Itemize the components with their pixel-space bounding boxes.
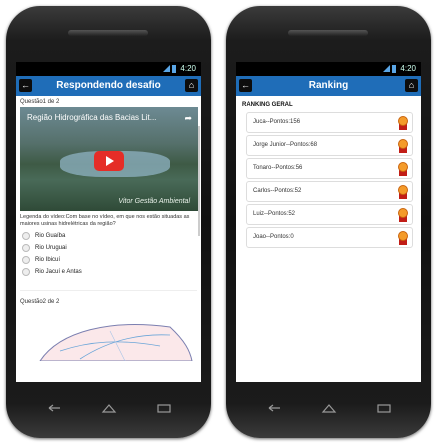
app-bar: ← Ranking ⌂ (236, 76, 421, 96)
radio-icon[interactable] (22, 256, 30, 264)
nav-recents-icon[interactable] (155, 403, 173, 413)
ranking-section-title: RANKING GERAL (242, 102, 293, 108)
ranking-item[interactable]: Carlos--Pontos:52 (246, 181, 413, 202)
status-bar: 4:20 (16, 62, 201, 76)
nav-home-icon[interactable] (100, 403, 118, 413)
nav-back-icon[interactable] (265, 403, 283, 413)
divider (20, 290, 197, 291)
speaker-grille (288, 30, 368, 36)
option-radio[interactable]: Rio Guaíba (22, 232, 197, 240)
android-nav-bar (26, 398, 191, 418)
nav-home-icon[interactable] (320, 403, 338, 413)
radio-icon[interactable] (22, 232, 30, 240)
ranking-item[interactable]: Luiz--Pontos:52 (246, 204, 413, 225)
medal-icon (398, 162, 408, 176)
status-time: 4:20 (400, 64, 416, 73)
nav-recents-icon[interactable] (375, 403, 393, 413)
ranking-item[interactable]: Joao--Pontos:0 (246, 227, 413, 248)
right-screen: 4:20 ← Ranking ⌂ RANKING GERAL Juca--Pon… (236, 62, 421, 382)
status-bar: 4:20 (236, 62, 421, 76)
question1-label: Questão1 de 2 (20, 99, 60, 105)
back-arrow-icon[interactable]: ← (19, 79, 32, 92)
option-label: Rio Ibicuí (35, 257, 61, 263)
speaker-grille (68, 30, 148, 36)
back-arrow-icon[interactable]: ← (239, 79, 252, 92)
challenge-content: Questão1 de 2 Região Hidrográfica das Ba… (16, 96, 201, 382)
ranking-item[interactable]: Jorge Junior--Pontos:68 (246, 135, 413, 156)
question2-label: Questão2 de 2 (20, 299, 60, 305)
ranking-item-label: Juca--Pontos:156 (253, 119, 301, 125)
ranking-item-label: Luiz--Pontos:52 (253, 211, 296, 217)
ranking-item-label: Tonaro--Pontos:56 (253, 165, 303, 171)
left-phone: 4:20 ← Respondendo desafio ⌂ Questão1 de… (6, 6, 211, 438)
nav-back-icon[interactable] (45, 403, 63, 413)
ranking-item-label: Jorge Junior--Pontos:68 (253, 142, 318, 148)
ranking-item-label: Joao--Pontos:0 (253, 234, 294, 240)
signal-icon (163, 65, 171, 73)
home-icon[interactable]: ⌂ (185, 79, 198, 92)
option-radio[interactable]: Rio Uruguai (22, 244, 197, 252)
battery-icon (172, 64, 177, 73)
medal-icon (398, 185, 408, 199)
video-credit: Vitor Gestão Ambiental (118, 198, 190, 205)
android-nav-bar (246, 398, 411, 418)
radio-icon[interactable] (22, 244, 30, 252)
option-radio[interactable]: Rio Ibicuí (22, 256, 197, 264)
medal-icon (398, 208, 408, 222)
share-icon[interactable]: ➦ (184, 113, 192, 124)
ranking-item[interactable]: Juca--Pontos:156 (246, 112, 413, 133)
scrollbar[interactable] (198, 126, 200, 236)
play-button-icon[interactable] (94, 151, 124, 171)
question-caption: Legenda do vídeo:Com base no vídeo, em q… (20, 214, 190, 227)
ranking-item[interactable]: Tonaro--Pontos:56 (246, 158, 413, 179)
app-bar-title: Respondendo desafio (56, 80, 161, 91)
video-title: Região Hidrográfica das Bacias Lit... (27, 113, 157, 122)
medal-icon (398, 231, 408, 245)
map-image (39, 324, 193, 362)
ranking-item-label: Carlos--Pontos:52 (253, 188, 302, 194)
option-label: Rio Uruguai (35, 245, 67, 251)
option-label: Rio Jacuí e Antas (35, 269, 82, 275)
app-bar: ← Respondendo desafio ⌂ (16, 76, 201, 96)
battery-icon (392, 64, 397, 73)
video-player[interactable]: Região Hidrográfica das Bacias Lit... ➦ … (20, 107, 198, 211)
medal-icon (398, 139, 408, 153)
status-time: 4:20 (180, 64, 196, 73)
radio-icon[interactable] (22, 268, 30, 276)
right-phone: 4:20 ← Ranking ⌂ RANKING GERAL Juca--Pon… (226, 6, 431, 438)
app-bar-title: Ranking (308, 80, 349, 91)
option-radio[interactable]: Rio Jacuí e Antas (22, 268, 197, 276)
left-screen: 4:20 ← Respondendo desafio ⌂ Questão1 de… (16, 62, 201, 382)
home-icon[interactable]: ⌂ (405, 79, 418, 92)
medal-icon (398, 116, 408, 130)
option-label: Rio Guaíba (35, 233, 66, 239)
signal-icon (383, 65, 391, 73)
